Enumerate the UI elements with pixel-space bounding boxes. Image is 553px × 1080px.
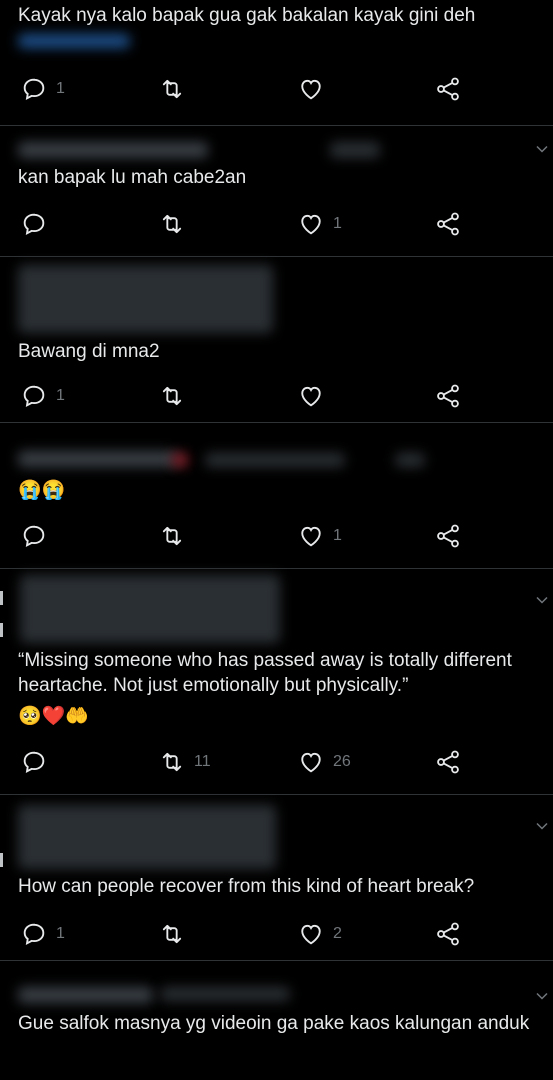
tweet-2[interactable]: Bawang di mna2 1 (0, 257, 553, 422)
reply-icon (23, 385, 45, 408)
tweet-actions: 11 26 (0, 747, 553, 777)
tweet-emoji: 🥺❤️🤲 (18, 706, 89, 727)
like-button[interactable] (297, 381, 333, 411)
reply-icon (23, 78, 45, 101)
retweet-count: 11 (194, 753, 211, 770)
share-icon (437, 384, 459, 408)
reply-button[interactable] (20, 209, 56, 239)
like-count: 1 (333, 215, 342, 232)
reply-icon (23, 923, 45, 946)
share-button[interactable] (434, 919, 462, 949)
tweet-text: Gue salfok masnya yg videoin ga pake kao… (18, 1013, 530, 1034)
tweet-actions: 1 (0, 209, 553, 239)
heart-icon (301, 924, 321, 945)
reply-button[interactable]: 1 (20, 381, 65, 411)
retweet-button[interactable] (158, 209, 194, 239)
heart-icon (301, 386, 321, 407)
retweet-icon (162, 752, 182, 772)
tweet-5[interactable]: How can people recover from this kind of… (0, 795, 553, 960)
tweet-text: How can people recover from this kind of… (18, 876, 475, 897)
retweet-button[interactable] (158, 381, 194, 411)
tweet-actions: 1 (0, 521, 553, 551)
tweet-1[interactable]: kan bapak lu mah cabe2an 1 (0, 126, 553, 256)
heart-icon (301, 214, 321, 235)
tweet-actions: 1 2 (0, 919, 553, 949)
reply-button[interactable]: 1 (20, 74, 65, 104)
like-button[interactable] (297, 74, 333, 104)
tweet-text: Bawang di mna2 (18, 341, 160, 362)
tweet-text: kan bapak lu mah cabe2an (18, 167, 247, 188)
share-icon (437, 750, 459, 774)
blurred-profile (20, 575, 280, 643)
chevron-down-icon[interactable] (535, 593, 549, 607)
reply-icon (23, 213, 45, 236)
blurred-author (18, 451, 178, 467)
retweet-icon (162, 924, 182, 944)
reply-button[interactable]: 1 (20, 919, 65, 949)
like-count: 26 (333, 753, 351, 770)
thread-marker (0, 591, 3, 605)
tweet-0[interactable]: Kayak nya kalo bapak gua gak bakalan kay… (0, 0, 553, 125)
reply-button[interactable] (20, 747, 56, 777)
heart-icon (301, 752, 321, 773)
blurred-time (395, 453, 425, 467)
share-icon (437, 922, 459, 946)
share-icon (437, 212, 459, 236)
tweet-6[interactable]: Gue salfok masnya yg videoin ga pake kao… (0, 961, 553, 1080)
share-button[interactable] (434, 521, 462, 551)
tweet-text: 😭😭 (18, 480, 66, 501)
chevron-down-icon[interactable] (535, 989, 549, 1003)
tweet-actions: 1 (0, 74, 553, 104)
blurred-badge (172, 453, 188, 467)
like-button[interactable]: 26 (297, 747, 351, 777)
like-button[interactable]: 2 (297, 919, 342, 949)
tweet-4[interactable]: “Missing someone who has passed away is … (0, 569, 553, 794)
retweet-button[interactable] (158, 74, 194, 104)
like-count: 2 (333, 925, 342, 942)
tweet-3[interactable]: 😭😭 1 (0, 423, 553, 568)
share-button[interactable] (434, 747, 462, 777)
retweet-icon (162, 386, 182, 406)
reply-count: 1 (56, 925, 65, 942)
blurred-handle (330, 142, 380, 158)
retweet-icon (162, 526, 182, 546)
like-button[interactable]: 1 (297, 209, 342, 239)
reply-icon (23, 525, 45, 548)
reply-icon (23, 751, 45, 774)
like-button[interactable]: 1 (297, 521, 342, 551)
reply-feed: Kayak nya kalo bapak gua gak bakalan kay… (0, 0, 553, 1080)
blurred-profile (18, 805, 276, 869)
thread-marker (0, 623, 3, 637)
blurred-author (18, 142, 208, 158)
heart-icon (301, 526, 321, 547)
tweet-actions: 1 (0, 381, 553, 411)
blurred-username (18, 34, 130, 48)
retweet-button[interactable] (158, 521, 194, 551)
tweet-text: Kayak nya kalo bapak gua gak bakalan kay… (18, 5, 476, 26)
blurred-handle (205, 453, 345, 467)
retweet-icon (162, 79, 182, 99)
share-button[interactable] (434, 74, 462, 104)
share-icon (437, 524, 459, 548)
reply-count: 1 (56, 387, 65, 404)
retweet-icon (162, 214, 182, 234)
chevron-down-icon[interactable] (535, 819, 549, 833)
heart-icon (301, 79, 321, 100)
thread-marker (0, 853, 3, 867)
like-count: 1 (333, 527, 342, 544)
share-button[interactable] (434, 381, 462, 411)
blurred-author (18, 987, 153, 1003)
tweet-text: “Missing someone who has passed away is … (18, 650, 518, 696)
blurred-handle (160, 987, 290, 1001)
share-button[interactable] (434, 209, 462, 239)
retweet-button[interactable]: 11 (158, 747, 211, 777)
share-icon (437, 77, 459, 101)
chevron-down-icon[interactable] (535, 142, 549, 156)
retweet-button[interactable] (158, 919, 194, 949)
reply-count: 1 (56, 80, 65, 97)
reply-button[interactable] (20, 521, 56, 551)
blurred-profile (18, 265, 273, 333)
